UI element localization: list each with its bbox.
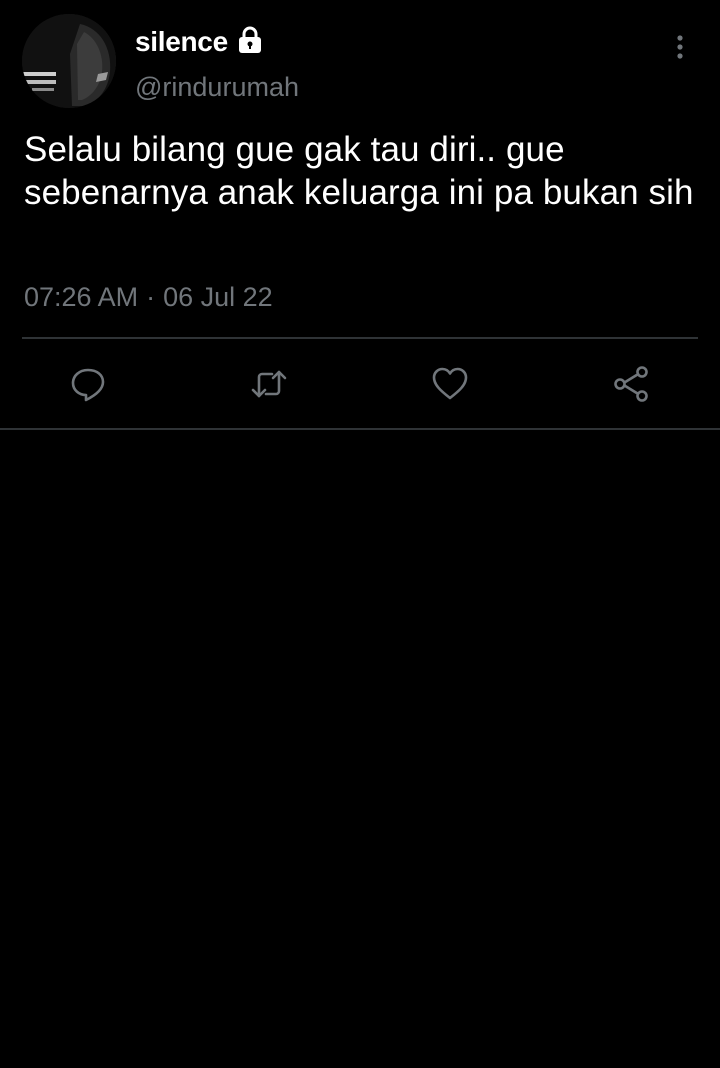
like-icon xyxy=(432,367,468,400)
avatar-image xyxy=(22,14,116,108)
action-bar xyxy=(0,362,720,406)
avatar[interactable] xyxy=(22,14,116,108)
display-name[interactable]: silence xyxy=(135,26,264,58)
reply-button[interactable] xyxy=(66,362,110,406)
timestamp: 07:26 AM · 06 Jul 22 xyxy=(24,282,273,313)
tweet-text: Selalu bilang gue gak tau diri.. gue seb… xyxy=(24,130,694,212)
lock-icon xyxy=(236,25,264,55)
display-name-text: silence xyxy=(135,26,228,57)
tweet-date: 06 Jul 22 xyxy=(163,282,273,312)
timestamp-separator: · xyxy=(146,282,156,312)
user-handle[interactable]: @rindurumah xyxy=(135,72,299,103)
share-icon xyxy=(614,366,648,402)
divider xyxy=(22,337,698,339)
retweet-button[interactable] xyxy=(247,362,291,406)
like-button[interactable] xyxy=(428,362,472,406)
tweet-time: 07:26 AM xyxy=(24,282,139,312)
retweet-icon xyxy=(251,370,287,398)
tweet-card: silence @rindurumah Selalu bilang gue ga… xyxy=(0,0,720,430)
reply-icon xyxy=(71,368,105,402)
more-vertical-icon[interactable] xyxy=(668,32,692,62)
share-button[interactable] xyxy=(609,362,653,406)
